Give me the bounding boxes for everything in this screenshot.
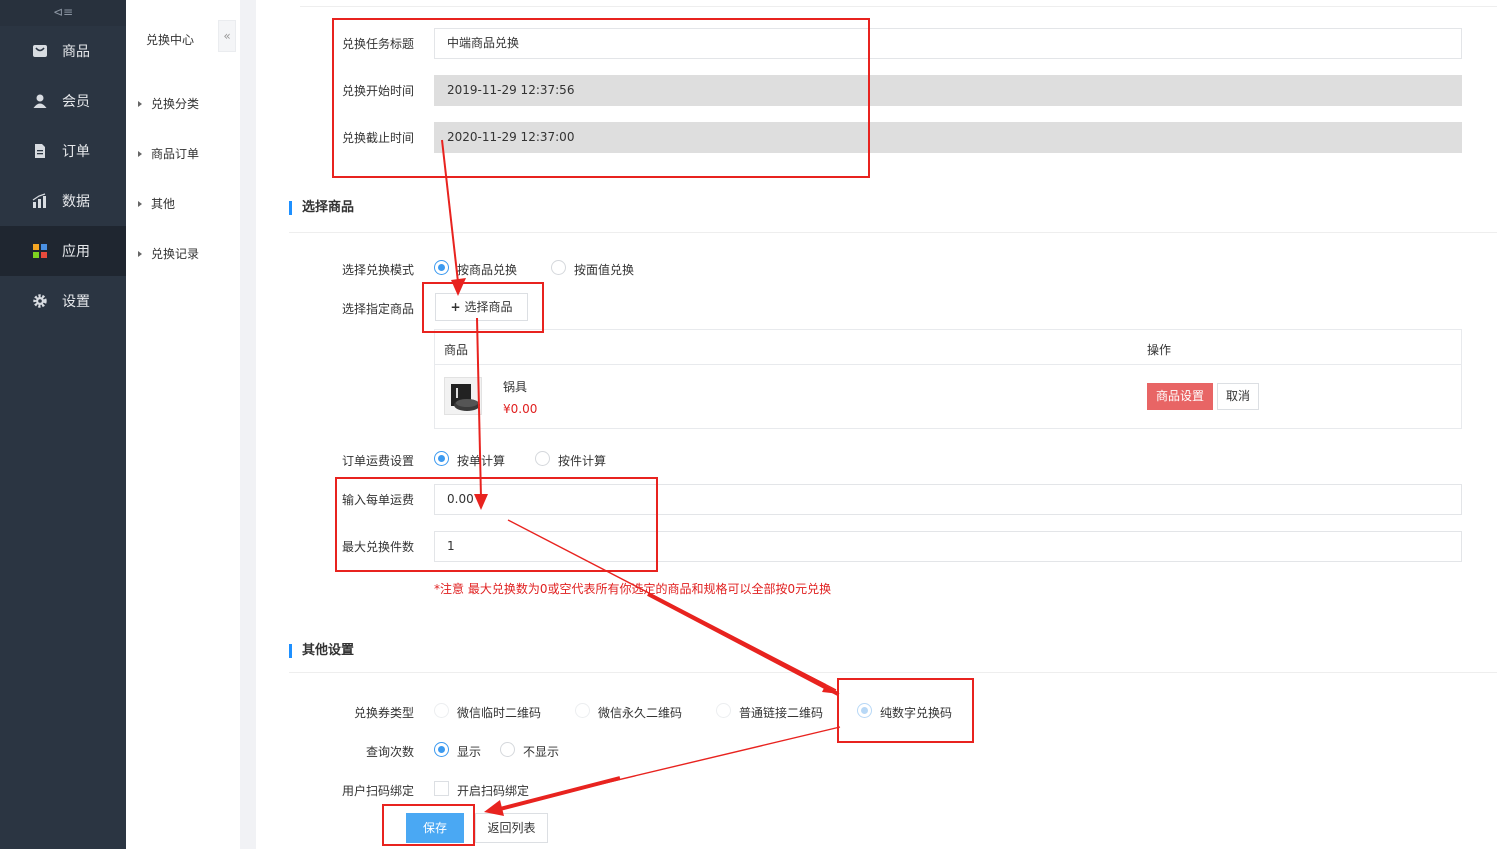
radio-coupon-wx-permanent[interactable] bbox=[575, 703, 590, 718]
end-time-input: 2020-11-29 12:37:00 bbox=[434, 122, 1462, 153]
table-header: 商品 操作 bbox=[435, 330, 1461, 365]
radio-label: 按面值兑换 bbox=[574, 263, 635, 277]
radio-label: 按单计算 bbox=[457, 454, 506, 468]
nav-item-order[interactable]: 订单 bbox=[0, 126, 126, 176]
save-button[interactable]: 保存 bbox=[406, 813, 464, 843]
collapse-subnav-button[interactable]: « bbox=[218, 20, 236, 52]
nav-item-label: 订单 bbox=[62, 144, 90, 160]
radio-coupon-link[interactable] bbox=[716, 703, 731, 718]
nav-item-apps[interactable]: 应用 bbox=[0, 226, 126, 276]
caret-right-icon bbox=[138, 251, 142, 257]
radio-query-show[interactable] bbox=[434, 742, 449, 757]
freight-input-label: 输入每单运费 bbox=[341, 493, 414, 507]
radio-label: 纯数字兑换码 bbox=[880, 706, 953, 720]
max-count-note: *注意 最大兑换数为0或空代表所有你选定的商品和规格可以全部按0元兑换 bbox=[434, 582, 832, 596]
radio-coupon-numeric[interactable] bbox=[857, 703, 872, 718]
order-icon bbox=[35, 144, 45, 158]
goods-table: 商品 操作 锅具 ¥0.00 商品设置 取消 bbox=[434, 329, 1462, 429]
goods-label: 选择指定商品 bbox=[341, 302, 414, 316]
subnav-title: 兑换中心 bbox=[146, 33, 195, 47]
nav-item-label: 应用 bbox=[62, 244, 90, 260]
nav-item-label: 会员 bbox=[62, 94, 90, 110]
radio-freight-per-order[interactable] bbox=[434, 451, 449, 466]
goods-settings-button[interactable]: 商品设置 bbox=[1147, 383, 1213, 410]
section-title-select-goods: 选择商品 bbox=[289, 201, 354, 215]
column-header-actions: 操作 bbox=[1147, 343, 1172, 357]
cookware-image-icon bbox=[445, 378, 481, 414]
divider bbox=[300, 6, 1497, 7]
checkbox-label: 开启扫码绑定 bbox=[457, 784, 530, 798]
caret-right-icon bbox=[138, 151, 142, 157]
caret-right-icon bbox=[138, 101, 142, 107]
nav-item-product[interactable]: 商品 bbox=[0, 26, 126, 76]
subnav-item-goods-order[interactable]: 商品订单 bbox=[138, 145, 199, 162]
scan-bind-label: 用户扫码绑定 bbox=[341, 784, 414, 798]
nav-toggle-icon[interactable]: ⊲≡ bbox=[0, 0, 126, 26]
main-nav: ⊲≡ 商品 会员 订单 数据 应用 设置 bbox=[0, 0, 126, 849]
title-label: 兑换任务标题 bbox=[341, 37, 414, 51]
title-input[interactable]: 中端商品兑换 bbox=[434, 28, 1462, 59]
apps-icon bbox=[33, 244, 47, 258]
nav-item-label: 设置 bbox=[62, 294, 90, 310]
gutter bbox=[240, 0, 256, 849]
radio-freight-per-item[interactable] bbox=[535, 451, 550, 466]
column-header-goods: 商品 bbox=[444, 343, 469, 357]
radio-mode-goods[interactable] bbox=[434, 260, 449, 275]
radio-mode-face-value[interactable] bbox=[551, 260, 566, 275]
freight-input[interactable]: 0.00 bbox=[434, 484, 1462, 515]
max-count-input[interactable]: 1 bbox=[434, 531, 1462, 562]
subnav-item-other[interactable]: 其他 bbox=[138, 195, 175, 212]
back-to-list-button[interactable]: 返回列表 bbox=[475, 813, 548, 843]
subnav-item-category[interactable]: 兑换分类 bbox=[138, 95, 199, 112]
start-time-label: 兑换开始时间 bbox=[341, 84, 414, 98]
radio-label: 微信临时二维码 bbox=[457, 706, 542, 720]
nav-item-label: 商品 bbox=[62, 44, 90, 60]
section-title-other: 其他设置 bbox=[289, 644, 354, 658]
nav-item-data[interactable]: 数据 bbox=[0, 176, 126, 226]
select-goods-button[interactable]: + 选择商品 bbox=[435, 293, 528, 321]
radio-coupon-wx-temp[interactable] bbox=[434, 703, 449, 718]
product-icon bbox=[33, 45, 47, 57]
caret-right-icon bbox=[138, 201, 142, 207]
end-time-label: 兑换截止时间 bbox=[341, 131, 414, 145]
sub-nav: 兑换中心 兑换分类 商品订单 其他 兑换记录 bbox=[126, 0, 240, 849]
radio-label: 普通链接二维码 bbox=[739, 706, 824, 720]
coupon-type-label: 兑换券类型 bbox=[353, 706, 414, 720]
radio-label: 按商品兑换 bbox=[457, 263, 518, 277]
app-root: ⊲≡ 商品 会员 订单 数据 应用 设置 兑换中心 兑换分类 商品订单 其他 兑… bbox=[0, 0, 1497, 849]
goods-thumbnail bbox=[444, 377, 482, 415]
nav-item-settings[interactable]: 设置 bbox=[0, 276, 126, 326]
nav-item-label: 数据 bbox=[62, 194, 90, 210]
mode-label: 选择兑换模式 bbox=[341, 263, 414, 277]
goods-cancel-button[interactable]: 取消 bbox=[1217, 383, 1259, 410]
divider bbox=[289, 672, 1497, 673]
user-icon bbox=[33, 94, 47, 108]
radio-label: 按件计算 bbox=[558, 454, 607, 468]
radio-query-hide[interactable] bbox=[500, 742, 515, 757]
freight-label: 订单运费设置 bbox=[341, 454, 414, 468]
goods-name: 锅具 bbox=[503, 380, 528, 394]
divider bbox=[289, 232, 1497, 233]
plus-icon: + bbox=[450, 300, 461, 314]
gear-icon bbox=[33, 294, 47, 308]
radio-label: 显示 bbox=[457, 745, 482, 759]
scan-bind-checkbox[interactable] bbox=[434, 781, 449, 796]
chart-icon bbox=[32, 193, 46, 208]
query-count-label: 查询次数 bbox=[365, 745, 414, 759]
subnav-item-records[interactable]: 兑换记录 bbox=[138, 245, 199, 262]
radio-label: 不显示 bbox=[523, 745, 560, 759]
radio-label: 微信永久二维码 bbox=[598, 706, 683, 720]
nav-item-member[interactable]: 会员 bbox=[0, 76, 126, 126]
start-time-input: 2019-11-29 12:37:56 bbox=[434, 75, 1462, 106]
max-count-label: 最大兑换件数 bbox=[341, 540, 414, 554]
goods-price: ¥0.00 bbox=[503, 402, 538, 416]
